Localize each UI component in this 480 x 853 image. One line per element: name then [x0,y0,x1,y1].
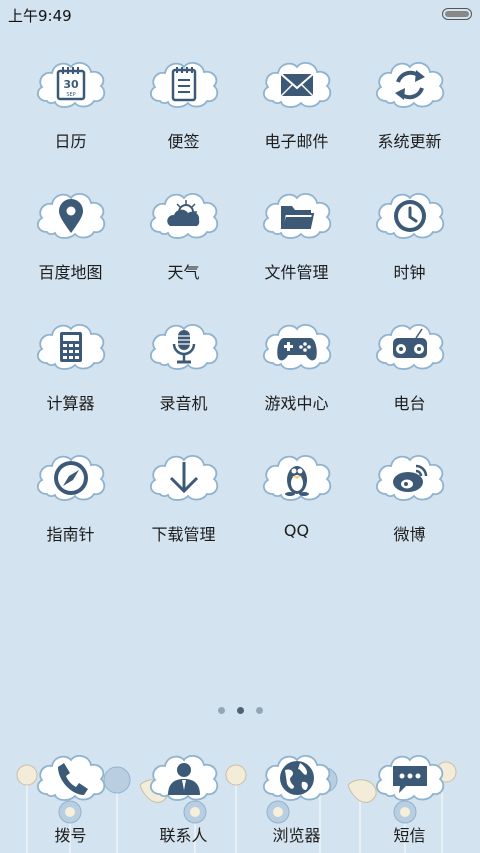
notepad-icon [171,67,197,102]
svg-text:30: 30 [63,78,79,91]
app-label: 系统更新 [377,132,442,151]
page-dot[interactable] [236,707,244,714]
status-time: 上午9:49 [8,7,72,25]
app-label: 天气 [167,263,200,282]
app-label: QQ [283,521,310,540]
app-label: 电子邮件 [264,132,329,151]
app-mail[interactable]: 电子邮件 [240,55,353,165]
app-calculator[interactable]: 计算器 [14,317,127,427]
app-label: 百度地图 [38,263,103,282]
status-bar: 上午9:49 [0,0,480,28]
dock-label: 联系人 [159,826,208,845]
app-radio[interactable]: 电台 [353,317,466,427]
app-calendar[interactable]: 30 SEP 日历 [14,55,127,165]
svg-text:SEP: SEP [66,92,75,98]
page-dot[interactable] [217,707,225,714]
page-dot[interactable] [255,707,263,714]
app-label: 下载管理 [151,525,216,544]
app-microphone[interactable]: 录音机 [127,317,240,427]
dock-label: 短信 [393,826,426,845]
dock: 拨号 联系人 浏览器 短信 [0,740,480,853]
app-label: 电台 [393,394,426,413]
app-weibo[interactable]: 微博 [353,448,466,558]
dock-label: 浏览器 [272,826,321,845]
dock-label: 拨号 [54,826,87,845]
dock-message[interactable]: 短信 [353,740,466,850]
dock-phone[interactable]: 拨号 [14,740,127,850]
battery-icon [442,8,472,20]
app-gamepad[interactable]: 游戏中心 [240,317,353,427]
app-compass[interactable]: 指南针 [14,448,127,558]
calculator-icon [60,332,82,362]
app-clock[interactable]: 时钟 [353,186,466,296]
app-label: 时钟 [393,263,426,282]
app-label: 指南针 [46,525,95,544]
app-weather[interactable]: 天气 [127,186,240,296]
app-map-pin[interactable]: 百度地图 [14,186,127,296]
app-refresh[interactable]: 系统更新 [353,55,466,165]
mail-icon [280,73,314,97]
app-notepad[interactable]: 便签 [127,55,240,165]
app-label: 游戏中心 [264,394,329,413]
app-label: 录音机 [159,394,208,413]
app-label: 文件管理 [264,263,329,282]
app-label: 便签 [167,132,200,151]
app-download[interactable]: 下载管理 [127,448,240,558]
app-label: 日历 [54,132,87,151]
app-label: 计算器 [46,394,95,413]
calendar-icon: 30 SEP [56,67,86,101]
globe-icon [280,761,314,795]
dock-contacts[interactable]: 联系人 [127,740,240,850]
app-folder[interactable]: 文件管理 [240,186,353,296]
app-qq-penguin[interactable]: QQ [240,448,353,558]
clock-icon [394,200,426,232]
dock-globe[interactable]: 浏览器 [240,740,353,850]
app-label: 微博 [393,525,426,544]
page-indicator [0,700,480,714]
compass-icon [54,461,88,495]
